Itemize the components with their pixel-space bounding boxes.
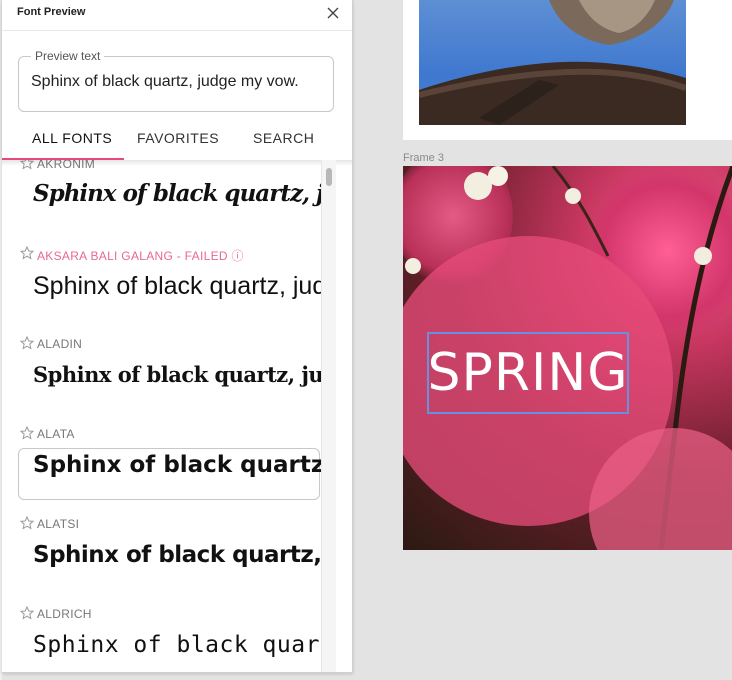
font-list-item-selected[interactable]: ALATA Sphinx of black quartz, judge my v… (2, 425, 321, 518)
star-icon[interactable] (19, 245, 35, 260)
star-icon[interactable] (19, 515, 35, 530)
font-sample: Sphinx of black quartz, judge my vow. (33, 632, 321, 658)
font-sample: Sphinx of black quartz, judge my vow. (33, 362, 321, 387)
font-preview-panel: Font Preview Preview text ALL FONTS FAVO… (2, 0, 353, 673)
font-name: ALATA (37, 427, 75, 441)
font-name: ALADIN (37, 337, 83, 351)
tabs-shadow (2, 160, 352, 166)
font-tabs: ALL FONTS FAVORITES SEARCH (2, 120, 352, 160)
panel-header: Font Preview (2, 0, 352, 31)
font-list-item[interactable]: ALDRICH Sphinx of black quartz, judge my… (2, 605, 321, 672)
tab-search[interactable]: SEARCH (253, 130, 314, 146)
preview-text-label: Preview text (31, 49, 105, 63)
frame-2[interactable] (403, 0, 732, 140)
font-list-scrollbar[interactable] (321, 160, 336, 672)
spring-text: SPRING (427, 343, 629, 403)
panel-title: Font Preview (17, 6, 86, 18)
frame-label: Frame 3 (403, 152, 444, 164)
font-list-item[interactable]: AKRONIM Sphinx of black quartz, judge my… (2, 160, 321, 248)
star-icon[interactable] (19, 425, 35, 440)
scrollbar-thumb[interactable] (326, 168, 332, 186)
font-sample: Sphinx of black quartz, judge my vow. (33, 542, 321, 568)
spring-text-layer[interactable]: SPRING (427, 332, 629, 414)
close-button[interactable] (324, 4, 342, 22)
preview-text-input[interactable] (31, 73, 321, 91)
star-icon[interactable] (19, 605, 35, 620)
font-list-item[interactable]: ALATSI Sphinx of black quartz, judge my … (2, 515, 321, 608)
font-list-item[interactable]: ALADIN Sphinx of black quartz, judge my … (2, 335, 321, 428)
tab-all-fonts[interactable]: ALL FONTS (32, 130, 112, 146)
close-icon (327, 7, 339, 19)
font-sample: Sphinx of black quartz, judge my vow. (33, 452, 321, 478)
branch-graphic (419, 0, 686, 125)
frame-3[interactable]: SPRING (403, 166, 732, 550)
font-name: ALDRICH (37, 607, 92, 621)
font-list[interactable]: AKRONIM Sphinx of black quartz, judge my… (2, 160, 321, 672)
bird-photo[interactable] (419, 0, 686, 125)
tab-favorites[interactable]: FAVORITES (137, 130, 219, 146)
font-name-failed: AKSARA BALI GALANG - FAILED ⓘ (37, 249, 244, 263)
preview-text-field[interactable]: Preview text (18, 49, 334, 112)
font-list-item[interactable]: AKSARA BALI GALANG - FAILED ⓘ Sphinx of … (2, 245, 321, 338)
font-sample: Sphinx of black quartz, judge my vow. (33, 180, 321, 207)
font-name: ALATSI (37, 517, 80, 531)
star-icon[interactable] (19, 335, 35, 350)
font-sample: Sphinx of black quartz, judge my vow. (33, 272, 321, 300)
